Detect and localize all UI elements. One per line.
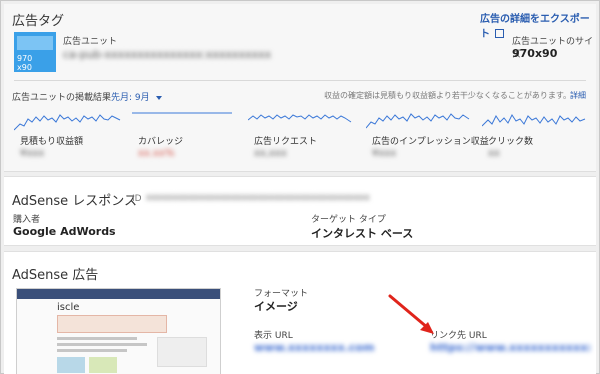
format-value: イメージ	[254, 300, 298, 313]
ad-unit-label: 広告ユニット	[63, 37, 118, 47]
buyer-label: 購入者	[13, 215, 41, 225]
metric-value: ¥xxx	[20, 148, 45, 159]
metric-value: xx.xx%	[138, 148, 175, 159]
ad-unit-size-value: 970x90	[512, 47, 558, 60]
ad-unit-id: ca-pub-xxxxxxxxxxxxxxx:xxxxxxxxxx	[63, 48, 272, 61]
metric-clicks[interactable]: クリック数 xx	[482, 110, 592, 168]
preview-banner	[57, 315, 167, 333]
sparkline	[482, 114, 586, 127]
sparkline-line	[366, 113, 470, 129]
adsense-response-panel: AdSense レスポンス ID xxxxxxxxxxxxxxxxxxxxxxx…	[4, 176, 596, 246]
metric-value: xx,xxx	[254, 148, 287, 159]
metric-ad-requests[interactable]: 広告リクエスト xx,xxx	[248, 110, 358, 168]
thumb-size-line2: x90	[17, 63, 32, 72]
display-url-value[interactable]: www.xxxxxxxx.com	[254, 341, 374, 354]
sparkline	[248, 114, 352, 123]
preview-sidebar	[157, 337, 207, 367]
metric-value: ¥xxx	[372, 148, 397, 159]
preview-brand: iscle	[57, 302, 80, 313]
sparkline-line	[248, 114, 352, 123]
metric-impression-revenue[interactable]: 広告のインプレッション収益 ¥xxx	[366, 110, 489, 168]
metric-label: 見積もり収益額	[20, 137, 84, 147]
adsense-ad-panel: AdSense 広告 iscle フォーマット イメージ 表示 URL www.…	[4, 251, 596, 374]
metric-label: カバレッジ	[138, 137, 184, 147]
preview-browser-bar	[17, 289, 220, 299]
sparkline	[14, 114, 121, 131]
link-url-value[interactable]: https://www.xxxxxxxxxxxxxxxxxxxxx	[430, 341, 590, 354]
period-dropdown[interactable]: 先月: 9月	[111, 90, 162, 103]
response-id-label: ID	[132, 194, 142, 204]
chevron-down-icon	[155, 95, 162, 100]
window-frame: 広告タグ 広告の詳細をエクスポート 970 x90 広告ユニット ca-pub-…	[0, 0, 600, 374]
metric-coverage[interactable]: カバレッジ xx.xx%	[132, 110, 242, 168]
preview-text-line	[57, 343, 147, 346]
metric-label: クリック数	[488, 137, 534, 147]
results-note: 収益の確定額は見積もり収益額より若干少なくなることがあります。	[324, 91, 572, 100]
divider	[14, 80, 586, 81]
panel-title: 広告タグ	[12, 14, 65, 29]
thumb-size-line1: 970	[17, 54, 33, 63]
period-value: 先月: 9月	[111, 93, 150, 103]
sparkline-line	[14, 114, 121, 131]
ad-preview-image: iscle	[16, 288, 221, 374]
response-title: AdSense レスポンス	[12, 194, 138, 209]
ad-tag-panel: 広告タグ 広告の詳細をエクスポート 970 x90 広告ユニット ca-pub-…	[4, 4, 596, 172]
metric-label: 広告リクエスト	[254, 137, 318, 147]
metric-label: 広告のインプレッション収益	[372, 137, 489, 147]
preview-thumb	[57, 357, 85, 373]
preview-text-line	[57, 337, 137, 340]
sparkline	[132, 112, 232, 114]
results-label: 広告ユニットの掲載結果	[12, 93, 112, 103]
ad-title: AdSense 広告	[12, 268, 99, 283]
sparkline-line	[482, 114, 586, 127]
display-url-label: 表示 URL	[254, 331, 293, 341]
metric-estimated-earnings[interactable]: 見積もり収益額 ¥xxx	[14, 110, 124, 168]
annotation-arrow-icon	[388, 294, 434, 334]
target-type-value: インタレスト ベース	[311, 227, 414, 240]
target-type-label: ターゲット タイプ	[311, 215, 386, 225]
external-link-icon	[495, 29, 505, 38]
sparkline	[366, 113, 470, 129]
preview-text-line	[57, 349, 127, 352]
ad-unit-thumbnail: 970 x90	[14, 32, 56, 72]
metric-value: xx	[488, 148, 500, 159]
response-id-value: xxxxxxxxxxxxxxxxxxxxxxxxxxxxxxxxxxxxxxxx…	[146, 193, 370, 203]
preview-thumb	[89, 357, 117, 373]
buyer-value: Google AdWords	[13, 225, 116, 238]
details-link[interactable]: 詳細	[570, 90, 586, 101]
